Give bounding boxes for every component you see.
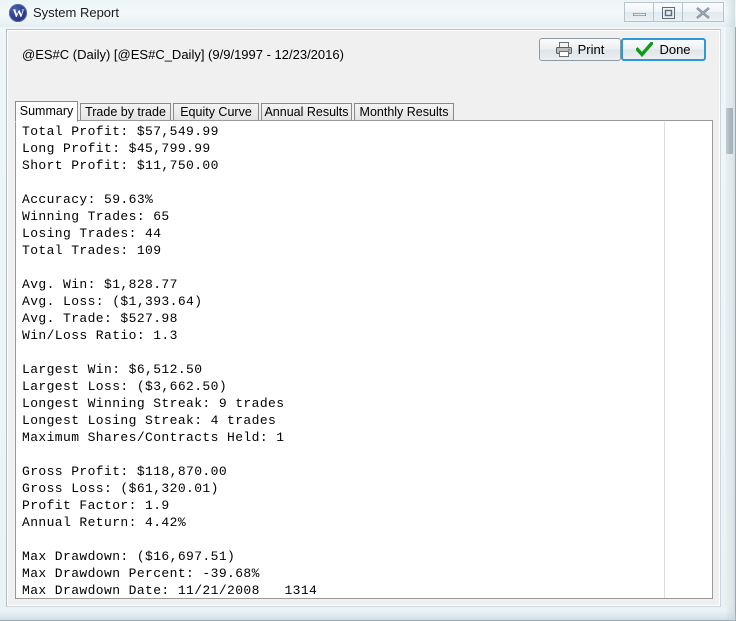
report-line: Largest Loss: ($3,662.50) [22,379,228,394]
report-line: Longest Winning Streak: 9 trades [22,396,285,411]
report-line: Accuracy: 59.63% [22,192,154,207]
report-line: Annual Return: 4.42% [22,515,187,530]
done-button-label: Done [659,42,691,57]
window-scrollbar-thumb[interactable] [726,108,733,154]
report-line: Largest Win: $6,512.50 [22,362,203,377]
report-line: Profit Factor: 1.9 [22,498,170,513]
window-title: System Report [33,5,119,20]
report-line: Avg. Loss: ($1,393.64) [22,294,203,309]
report-content-area[interactable]: Total Profit: $57,549.99 Long Profit: $45… [15,120,713,599]
report-line-blank [22,259,399,276]
print-button-label: Print [577,42,605,57]
maximize-button[interactable] [653,2,682,22]
done-button[interactable]: Done [621,38,706,61]
printer-icon [555,42,572,57]
report-line: Gross Loss: ($61,320.01) [22,481,219,496]
minimize-icon [632,13,646,16]
report-line: Long Profit: $45,799.99 [22,141,211,156]
close-icon [696,7,710,19]
maximize-icon [661,7,675,19]
w-logo-icon: W [9,4,27,22]
tab-label: Equity Curve [180,105,252,119]
report-line: Longest Losing Streak: 4 trades [22,413,277,428]
frame-sheen-bottom [0,611,736,620]
report-line-blank [22,174,399,191]
tab-label: Summary [19,104,74,118]
report-line: Maximum Shares/Contracts Held: 1 [22,430,285,445]
tab-trade-by-trade[interactable]: Trade by trade [80,103,171,121]
client-inner-panel: @ES#C (Daily) [@ES#C_Daily] (9/9/1997 - … [7,30,720,606]
tab-monthly-results[interactable]: Monthly Results [354,103,454,121]
report-line: Total Profit: $57,549.99 [22,124,219,139]
report-line: Total Trades: 109 [22,243,162,258]
tab-label: Monthly Results [359,105,449,119]
tab-label: Trade by trade [85,105,166,119]
client-area: @ES#C (Daily) [@ES#C_Daily] (9/9/1997 - … [6,29,721,607]
report-line: Gross Profit: $118,870.00 [22,464,228,479]
report-line: Losing Trades: 44 [22,226,162,241]
report-line-blank [22,446,399,463]
tab-summary[interactable]: Summary [15,101,78,122]
report-line: Short Profit: $11,750.00 [22,158,219,173]
report-line-blank [22,531,399,548]
close-button[interactable] [682,2,724,22]
report-line: Max Drawdown: ($16,697.51) [22,549,236,564]
tab-strip: Summary Trade by trade Equity Curve Annual … [15,101,713,122]
checkmark-icon [636,42,654,57]
title-bar[interactable]: W System Report [0,0,736,27]
report-column-divider [664,122,665,598]
report-text-body: Total Profit: $57,549.99 Long Profit: $45… [22,123,399,598]
report-line: Avg. Trade: $527.98 [22,311,178,326]
system-report-window: W System Report @ES#C (Daily) [@ES#C_Dai… [0,0,736,621]
report-line: Max Drawdown Date: 11/21/2008 1314 [22,583,318,598]
tab-label: Annual Results [264,105,349,119]
tab-annual-results[interactable]: Annual Results [261,103,352,121]
print-button[interactable]: Print [539,38,621,61]
tab-equity-curve[interactable]: Equity Curve [173,103,259,121]
report-line: Winning Trades: 65 [22,209,170,224]
report-line: Win/Loss Ratio: 1.3 [22,328,178,343]
report-line-blank [22,344,399,361]
minimize-button[interactable] [624,2,653,22]
report-line: Avg. Win: $1,828.77 [22,277,178,292]
report-line: Max Drawdown Percent: -39.68% [22,566,260,581]
